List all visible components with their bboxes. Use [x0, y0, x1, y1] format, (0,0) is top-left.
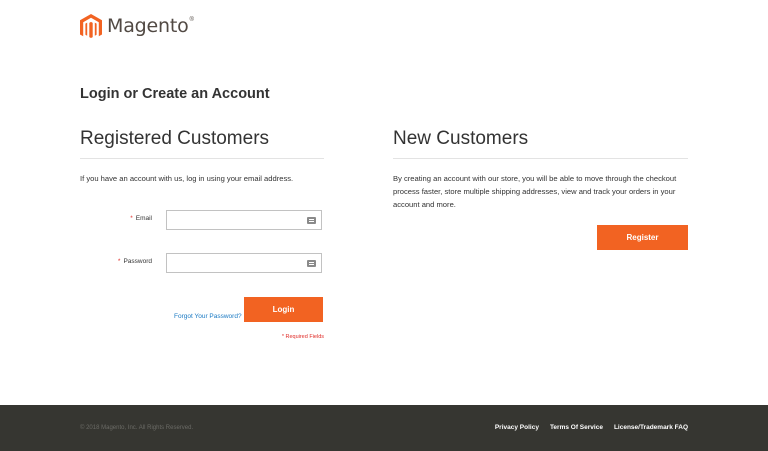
autofill-key-icon[interactable]: [307, 217, 316, 224]
forgot-password-link[interactable]: Forgot Your Password?: [174, 313, 242, 320]
magento-logo[interactable]: Magento ®: [80, 14, 194, 38]
registered-customers-heading: Registered Customers: [80, 128, 324, 159]
logo-registered-mark: ®: [189, 17, 194, 23]
autofill-key-icon[interactable]: [307, 260, 316, 267]
footer-links: Privacy Policy Terms Of Service License/…: [495, 424, 688, 431]
email-field-row: * Email: [80, 210, 324, 232]
password-label: * Password: [118, 258, 152, 265]
email-label-text: Email: [135, 215, 152, 222]
page-title: Login or Create an Account: [80, 86, 270, 102]
new-customers-block: New Customers By creating an account wit…: [393, 128, 688, 250]
password-input[interactable]: [166, 253, 322, 273]
register-button[interactable]: Register: [597, 225, 688, 250]
privacy-policy-link[interactable]: Privacy Policy: [495, 424, 539, 431]
login-button[interactable]: Login: [244, 297, 323, 322]
magento-logo-icon: [80, 14, 102, 38]
login-intro-text: If you have an account with us, log in u…: [80, 174, 294, 183]
registered-customers-block: Registered Customers If you have an acco…: [80, 128, 324, 340]
password-field-row: * Password: [80, 253, 324, 275]
new-customers-intro-text: By creating an account with our store, y…: [393, 174, 677, 209]
page-footer: © 2018 Magento, Inc. All Rights Reserved…: [0, 405, 768, 451]
license-trademark-faq-link[interactable]: License/Trademark FAQ: [614, 424, 688, 431]
new-customers-heading: New Customers: [393, 128, 688, 159]
terms-of-service-link[interactable]: Terms Of Service: [550, 424, 603, 431]
required-asterisk: *: [130, 215, 133, 222]
copyright-text: © 2018 Magento, Inc. All Rights Reserved…: [80, 425, 194, 431]
email-input[interactable]: [166, 210, 322, 230]
logo-wordmark: Magento: [107, 15, 189, 37]
required-fields-note: * Required Fields: [281, 334, 324, 340]
email-label: * Email: [130, 215, 152, 222]
required-asterisk: *: [117, 258, 121, 265]
password-label-text: Password: [123, 258, 152, 265]
